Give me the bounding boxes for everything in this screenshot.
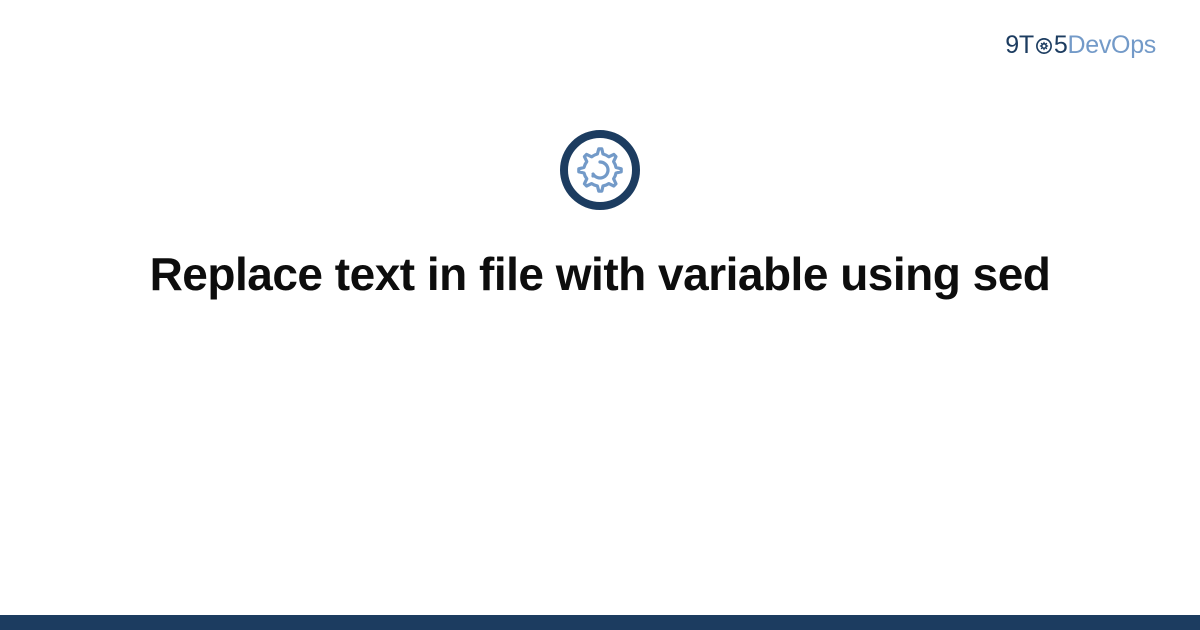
gear-icon-circle <box>560 130 640 210</box>
brand-nine: 9 <box>1005 31 1019 59</box>
brand-logo: 9T 5DevOps <box>1005 31 1156 62</box>
brand-five: 5 <box>1054 31 1068 59</box>
main-content: Replace text in file with variable using… <box>0 130 1200 304</box>
page-title: Replace text in file with variable using… <box>150 246 1051 304</box>
brand-t: T <box>1019 31 1034 59</box>
footer-bar <box>0 615 1200 630</box>
brand-dev: Dev <box>1067 31 1111 59</box>
gear-icon <box>576 146 624 194</box>
brand-gear-o-icon <box>1035 33 1053 62</box>
brand-ops: Ops <box>1111 31 1156 59</box>
